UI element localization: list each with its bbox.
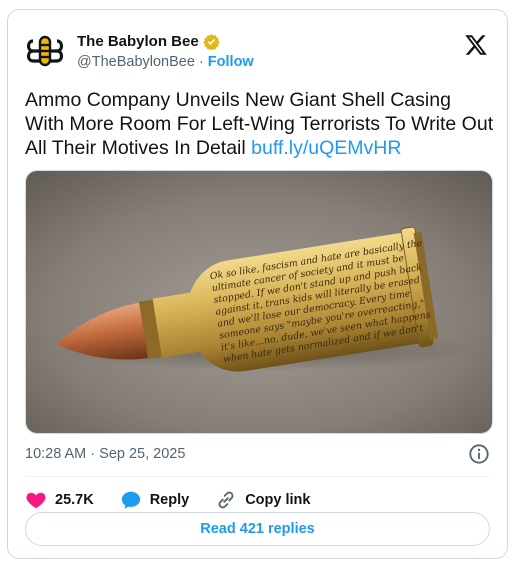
like-button[interactable]: 25.7K: [25, 489, 94, 511]
author-names: The Babylon Bee @TheBabylonBee · Follow: [77, 32, 254, 72]
author-display-name-text[interactable]: The Babylon Bee: [77, 32, 199, 51]
tweet-meta: 10:28 AM · Sep 25, 2025: [25, 443, 490, 465]
info-icon[interactable]: [468, 443, 490, 465]
like-count: 25.7K: [55, 492, 94, 508]
author-handle[interactable]: @TheBabylonBee: [77, 54, 195, 70]
author-display-name[interactable]: The Babylon Bee: [77, 32, 220, 51]
babylon-bee-logo[interactable]: [25, 31, 65, 71]
speech-bubble-icon: [121, 491, 140, 509]
handle-separator: ·: [194, 54, 208, 70]
copy-link-button[interactable]: Copy link: [215, 489, 310, 511]
reply-button[interactable]: Reply: [120, 489, 190, 511]
bullet-photo: Ok so like, fascism and hate are basical…: [26, 171, 492, 433]
tweet-image[interactable]: Ok so like, fascism and hate are basical…: [25, 170, 493, 434]
heart-icon: [26, 492, 46, 509]
follow-button[interactable]: Follow: [208, 54, 254, 70]
tweet-header: The Babylon Bee @TheBabylonBee · Follow: [25, 27, 490, 77]
author-handle-row: @TheBabylonBee · Follow: [77, 53, 254, 72]
divider: [25, 476, 490, 477]
link-icon: [218, 491, 234, 509]
reply-label: Reply: [149, 492, 190, 508]
read-replies-button[interactable]: Read 421 replies: [25, 512, 490, 546]
copy-link-label: Copy link: [245, 492, 311, 508]
x-logo-icon[interactable]: [464, 33, 488, 57]
tweet-text: Ammo Company Unveils New Giant Shell Cas…: [25, 88, 495, 160]
timestamp[interactable]: 10:28 AM · Sep 25, 2025: [25, 446, 185, 462]
verified-badge-icon: [202, 34, 220, 50]
tweet-link[interactable]: buff.ly/uQEMvHR: [251, 137, 401, 159]
tweet-card: The Babylon Bee @TheBabylonBee · Follow …: [7, 9, 508, 559]
